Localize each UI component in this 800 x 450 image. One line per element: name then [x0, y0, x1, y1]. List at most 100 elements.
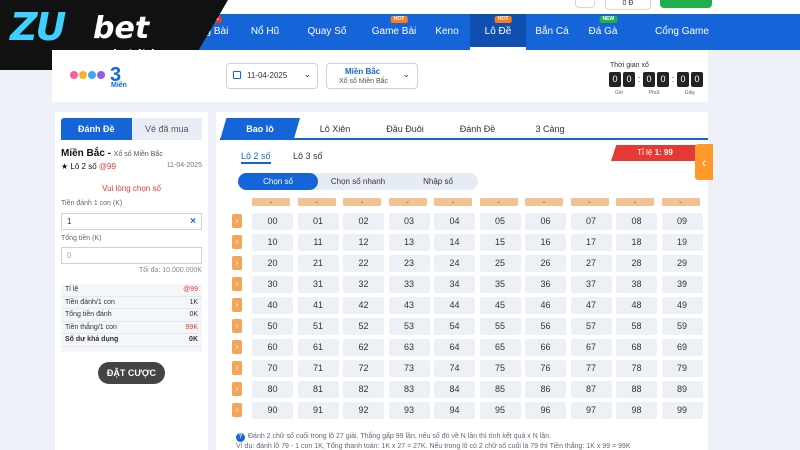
row-select-button[interactable]: › — [232, 235, 242, 249]
number-cell[interactable]: 28 — [616, 255, 657, 272]
number-cell[interactable]: 31 — [297, 276, 339, 293]
nav-item-8[interactable]: Cổng Game — [647, 14, 717, 50]
number-cell[interactable]: 30 — [252, 276, 293, 293]
number-cell[interactable]: 96 — [525, 402, 566, 419]
number-cell[interactable]: 57 — [570, 318, 612, 335]
number-cell[interactable]: 14 — [434, 234, 475, 251]
number-cell[interactable]: 48 — [616, 297, 657, 314]
number-cell[interactable]: 85 — [479, 381, 521, 398]
balance-display[interactable]: 0 Đ — [605, 0, 651, 10]
number-cell[interactable]: 59 — [661, 318, 703, 335]
number-cell[interactable]: 19 — [661, 234, 703, 251]
number-cell[interactable]: 62 — [343, 339, 384, 356]
number-cell[interactable]: 55 — [479, 318, 521, 335]
number-cell[interactable]: 67 — [570, 339, 612, 356]
number-cell[interactable]: 25 — [479, 255, 521, 272]
mode-quick-choose[interactable]: Chọn số nhanh — [318, 173, 398, 190]
number-cell[interactable]: 24 — [434, 255, 475, 272]
number-cell[interactable]: 91 — [297, 402, 339, 419]
number-cell[interactable]: 46 — [525, 297, 566, 314]
tab-bet-type-4[interactable]: 3 Càng — [515, 118, 585, 140]
column-select-button[interactable]: ⌄ — [479, 198, 518, 206]
column-select-button[interactable]: ⌄ — [661, 198, 700, 206]
place-bet-button[interactable]: ĐẶT CƯỢC — [98, 362, 165, 384]
number-cell[interactable]: 47 — [570, 297, 612, 314]
deposit-button[interactable] — [660, 0, 712, 8]
number-cell[interactable]: 39 — [661, 276, 703, 293]
amount-input[interactable]: 1 × — [61, 213, 202, 230]
number-cell[interactable]: 60 — [252, 339, 293, 356]
number-cell[interactable]: 49 — [661, 297, 703, 314]
number-cell[interactable]: 51 — [297, 318, 339, 335]
number-cell[interactable]: 11 — [297, 234, 339, 251]
number-cell[interactable]: 36 — [525, 276, 566, 293]
number-cell[interactable]: 44 — [434, 297, 475, 314]
number-cell[interactable]: 84 — [434, 381, 475, 398]
number-cell[interactable]: 79 — [661, 360, 703, 377]
number-cell[interactable]: 01 — [297, 213, 339, 230]
clear-icon[interactable]: × — [190, 214, 196, 229]
number-cell[interactable]: 73 — [388, 360, 430, 377]
tab-bet-type-0[interactable]: Bao lô — [220, 118, 300, 140]
row-select-button[interactable]: › — [232, 403, 242, 417]
column-select-button[interactable]: ⌄ — [570, 198, 609, 206]
number-cell[interactable]: 98 — [616, 402, 657, 419]
number-cell[interactable]: 64 — [434, 339, 475, 356]
number-cell[interactable]: 21 — [297, 255, 339, 272]
number-cell[interactable]: 63 — [388, 339, 430, 356]
collapse-side-button[interactable]: ‹ — [695, 144, 713, 180]
subtab-lo-3-so[interactable]: Lô 3 số — [293, 151, 323, 161]
row-select-button[interactable]: › — [232, 340, 242, 354]
number-cell[interactable]: 69 — [661, 339, 703, 356]
number-cell[interactable]: 10 — [252, 234, 293, 251]
nav-item-2[interactable]: Quay Số — [296, 14, 358, 50]
region-select[interactable]: Miền Bắc Xổ số Miền Bắc ⌄ — [326, 63, 418, 89]
number-cell[interactable]: 72 — [343, 360, 384, 377]
row-select-button[interactable]: › — [232, 277, 242, 291]
subtab-lo-2-so[interactable]: Lô 2 số — [241, 151, 271, 164]
number-cell[interactable]: 90 — [252, 402, 293, 419]
mode-choose-number[interactable]: Chọn số — [238, 173, 318, 190]
tab-bet[interactable]: Đánh Đề — [61, 118, 132, 140]
number-cell[interactable]: 02 — [343, 213, 384, 230]
row-select-button[interactable]: › — [232, 382, 242, 396]
number-cell[interactable]: 70 — [252, 360, 293, 377]
number-cell[interactable]: 75 — [479, 360, 521, 377]
number-cell[interactable]: 06 — [525, 213, 566, 230]
row-select-button[interactable]: › — [232, 361, 242, 375]
column-select-button[interactable]: ⌄ — [525, 198, 563, 206]
number-cell[interactable]: 00 — [252, 213, 293, 230]
number-cell[interactable]: 54 — [434, 318, 475, 335]
number-cell[interactable]: 43 — [388, 297, 430, 314]
number-cell[interactable]: 97 — [570, 402, 612, 419]
tab-bought-tickets[interactable]: Vé đã mua — [131, 118, 202, 140]
total-input[interactable]: 0 — [61, 247, 202, 264]
number-cell[interactable]: 34 — [434, 276, 475, 293]
column-select-button[interactable]: ⌄ — [297, 198, 336, 206]
number-cell[interactable]: 52 — [343, 318, 384, 335]
number-cell[interactable]: 35 — [479, 276, 521, 293]
number-cell[interactable]: 99 — [661, 402, 703, 419]
number-cell[interactable]: 80 — [252, 381, 293, 398]
number-cell[interactable]: 12 — [343, 234, 384, 251]
number-cell[interactable]: 32 — [343, 276, 384, 293]
number-cell[interactable]: 42 — [343, 297, 384, 314]
number-cell[interactable]: 13 — [388, 234, 430, 251]
number-cell[interactable]: 81 — [297, 381, 339, 398]
nav-item-1[interactable]: Nổ Hũ — [240, 14, 290, 50]
tab-bet-type-2[interactable]: Đầu Đuôi — [370, 118, 440, 140]
nav-item-6[interactable]: Bắn Cá — [527, 14, 577, 50]
number-cell[interactable]: 26 — [525, 255, 566, 272]
number-cell[interactable]: 38 — [616, 276, 657, 293]
number-cell[interactable]: 03 — [388, 213, 430, 230]
row-select-button[interactable]: › — [232, 298, 242, 312]
column-select-button[interactable]: ⌄ — [388, 198, 427, 206]
nav-item-5[interactable]: Lô Đề HOT — [470, 14, 526, 50]
row-select-button[interactable]: › — [232, 319, 242, 333]
number-cell[interactable]: 27 — [570, 255, 612, 272]
nav-item-7[interactable]: Đá Gà NEW — [578, 14, 628, 50]
number-cell[interactable]: 82 — [343, 381, 384, 398]
number-cell[interactable]: 40 — [252, 297, 293, 314]
number-cell[interactable]: 61 — [297, 339, 339, 356]
number-cell[interactable]: 09 — [661, 213, 703, 230]
